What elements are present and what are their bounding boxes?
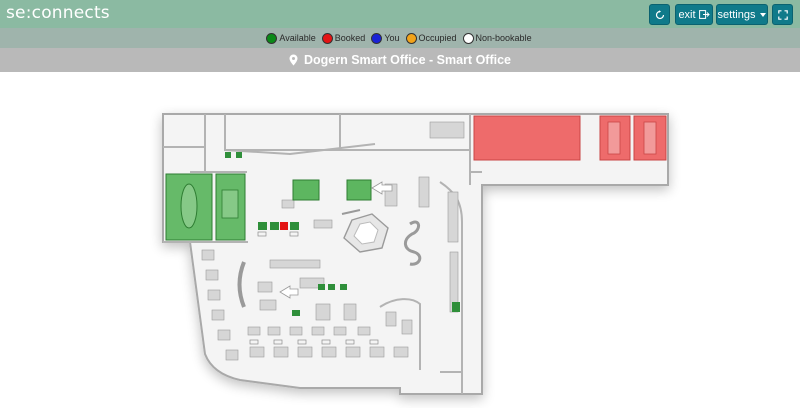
desk-cluster-available[interactable]	[292, 179, 320, 201]
desk-available[interactable]	[270, 222, 279, 230]
desk-available[interactable]	[318, 284, 325, 290]
fullscreen-icon	[777, 9, 788, 20]
desk-booked[interactable]	[280, 222, 288, 230]
desk-available[interactable]	[236, 152, 242, 158]
legend-booked: Booked	[321, 32, 365, 44]
legend-occupied: Occupied	[405, 32, 457, 44]
top-bar: se:connects exit settings	[0, 0, 800, 28]
refresh-button[interactable]	[649, 4, 670, 25]
large-room-booked[interactable]	[473, 115, 581, 161]
settings-label: settings	[717, 8, 756, 21]
legend-available: Available	[266, 32, 316, 44]
booked-dot-icon	[321, 32, 333, 44]
desk-available[interactable]	[258, 222, 267, 230]
you-dot-icon	[371, 32, 383, 44]
map-marker-icon	[289, 54, 298, 66]
floor-plan-map	[162, 113, 669, 395]
available-dot-icon	[266, 32, 278, 44]
exit-label: exit	[678, 8, 696, 21]
meeting-table	[643, 121, 657, 155]
caret-down-icon	[760, 12, 767, 17]
status-legend: Available Booked You Occupied Non-bookab…	[0, 28, 800, 48]
fullscreen-button[interactable]	[772, 4, 793, 25]
legend-non-bookable: Non-bookable	[462, 32, 532, 44]
settings-dropdown[interactable]: settings	[716, 4, 768, 25]
desk-available[interactable]	[292, 310, 300, 316]
floor-plan	[0, 72, 800, 408]
desk-available[interactable]	[452, 302, 460, 312]
sign-out-icon	[698, 10, 710, 19]
location-title: Dogern Smart Office - Smart Office	[304, 53, 511, 67]
occupied-dot-icon	[405, 32, 417, 44]
non-bookable-dot-icon	[462, 32, 474, 44]
desk-available[interactable]	[328, 284, 335, 290]
meeting-table	[221, 189, 239, 219]
exit-button[interactable]: exit	[675, 4, 713, 25]
location-bar: Dogern Smart Office - Smart Office	[0, 48, 800, 72]
brand-logo: se:connects	[6, 3, 110, 23]
meeting-table	[180, 183, 198, 229]
desk-cluster-available[interactable]	[346, 179, 372, 201]
legend-you: You	[371, 32, 400, 44]
refresh-icon	[655, 9, 664, 19]
desk-available[interactable]	[225, 152, 231, 158]
desk-available[interactable]	[290, 222, 299, 230]
meeting-table	[607, 121, 621, 155]
desk-available[interactable]	[340, 284, 347, 290]
